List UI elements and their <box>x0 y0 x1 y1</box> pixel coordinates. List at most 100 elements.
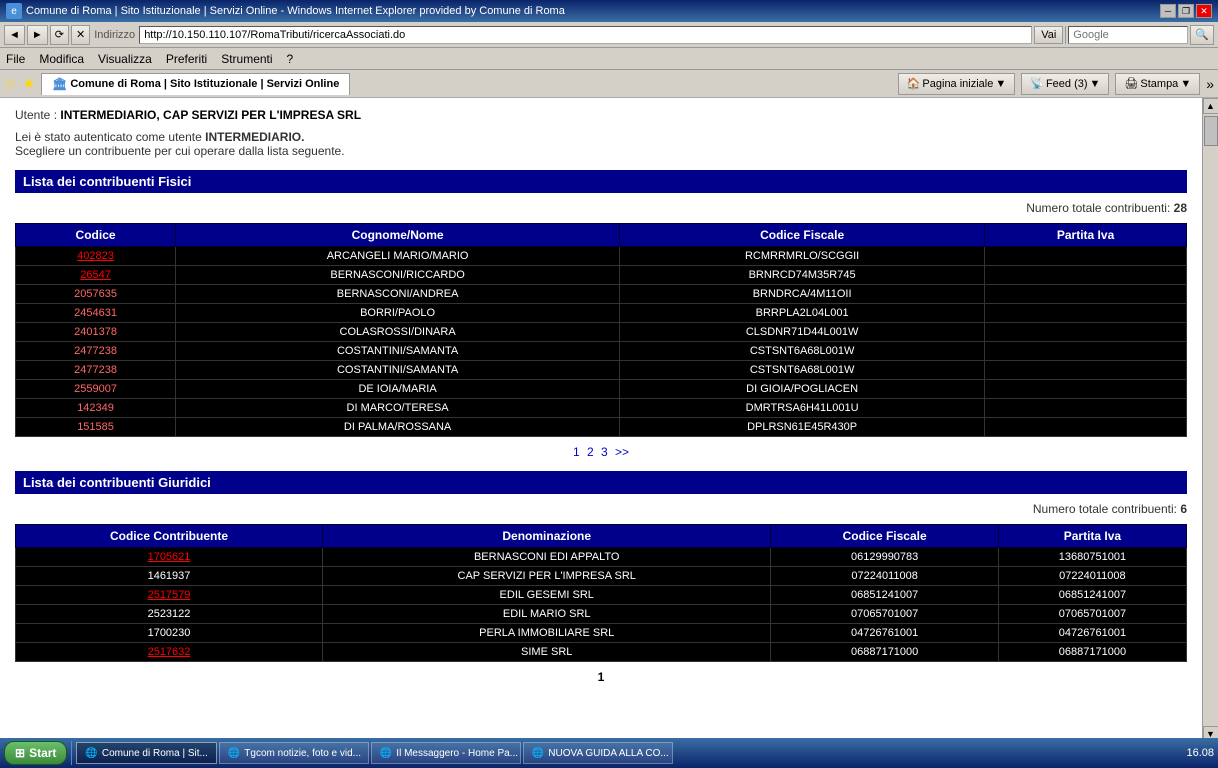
giuridici-row-piva: 06887171000 <box>998 643 1186 662</box>
menu-visualizza[interactable]: Visualizza <box>96 52 154 66</box>
fisici-row-piva <box>985 247 1187 266</box>
add-favorite-icon[interactable]: ☆ <box>4 75 17 92</box>
scroll-thumb[interactable] <box>1204 116 1218 146</box>
fisici-row-piva <box>985 380 1187 399</box>
fisici-table-row: 2454631 BORRI/PAOLO BRRPLA2L04L001 <box>16 304 1187 323</box>
fisici-row-codice[interactable]: 2477238 <box>16 361 176 380</box>
giuridici-row-codice[interactable]: 2517579 <box>16 586 323 605</box>
search-go-button[interactable]: 🔍 <box>1190 25 1214 45</box>
browser-tab-active[interactable]: 🏛 Comune di Roma | Sito Istituzionale | … <box>41 73 350 95</box>
taskbar-item-1[interactable]: 🌐 Tgcom notizie, foto e vid... <box>219 742 369 764</box>
menu-modifica[interactable]: Modifica <box>37 52 86 66</box>
more-tools-button[interactable]: » <box>1206 76 1214 92</box>
fisici-row-piva <box>985 304 1187 323</box>
page-next-link[interactable]: >> <box>615 445 629 459</box>
fisici-row-codice[interactable]: 2057635 <box>16 285 176 304</box>
address-bar: ◄ ► ⟳ ✕ Indirizzo Vai 🔍 <box>0 22 1218 48</box>
fisici-row-cf: DPLRSN61E45R430P <box>620 418 985 437</box>
fisici-row-cf: BRRPLA2L04L001 <box>620 304 985 323</box>
menu-strumenti[interactable]: Strumenti <box>219 52 274 66</box>
fisici-row-nome: DE IOIA/MARIA <box>176 380 620 399</box>
page-2-link[interactable]: 2 <box>587 445 594 459</box>
giuridici-row-codice[interactable]: 2517632 <box>16 643 323 662</box>
home-button[interactable]: 🏠 Pagina iniziale ▼ <box>898 73 1016 95</box>
refresh-button[interactable]: ⟳ <box>50 25 69 45</box>
close-button[interactable]: ✕ <box>1196 4 1212 18</box>
forward-button[interactable]: ► <box>27 25 48 45</box>
taskbar: ⊞ Start 🌐 Comune di Roma | Sit... 🌐 Tgco… <box>0 738 1218 768</box>
fisici-row-codice[interactable]: 2401378 <box>16 323 176 342</box>
col-cf: Codice Fiscale <box>620 224 985 247</box>
fisici-row-nome: COSTANTINI/SAMANTA <box>176 361 620 380</box>
fisici-table-row: 2401378 COLASROSSI/DINARA CLSDNR71D44L00… <box>16 323 1187 342</box>
fisici-table-row: 2477238 COSTANTINI/SAMANTA CSTSNT6A68L00… <box>16 361 1187 380</box>
fisici-row-codice[interactable]: 2454631 <box>16 304 176 323</box>
fisici-row-codice[interactable]: 26547 <box>16 266 176 285</box>
menu-file[interactable]: File <box>4 52 27 66</box>
stop-button[interactable]: ✕ <box>71 25 90 45</box>
menu-preferiti[interactable]: Preferiti <box>164 52 209 66</box>
home-dropdown-icon: ▼ <box>995 78 1006 90</box>
fisici-table-body: 402823 ARCANGELI MARIO/MARIO RCMRRMRLO/S… <box>16 247 1187 437</box>
fisici-row-codice[interactable]: 402823 <box>16 247 176 266</box>
restore-button[interactable]: ❐ <box>1178 4 1194 18</box>
feed-icon: 📡 <box>1030 77 1044 90</box>
giuridici-row-nome: SIME SRL <box>323 643 771 662</box>
fisici-row-piva <box>985 323 1187 342</box>
fisici-row-cf: DI GIOIA/POGLIACEN <box>620 380 985 399</box>
search-input[interactable] <box>1068 26 1188 44</box>
print-button[interactable]: 🖨 Stampa ▼ <box>1115 73 1200 95</box>
page-3-link[interactable]: 3 <box>601 445 608 459</box>
giuridici-row-codice[interactable]: 1705621 <box>16 548 323 567</box>
fisici-table-row: 2477238 COSTANTINI/SAMANTA CSTSNT6A68L00… <box>16 342 1187 361</box>
fisici-row-nome: DI MARCO/TERESA <box>176 399 620 418</box>
giuridici-total-value: 6 <box>1180 502 1187 516</box>
giuridici-row-nome: EDIL GESEMI SRL <box>323 586 771 605</box>
fisici-row-cf: CSTSNT6A68L001W <box>620 342 985 361</box>
taskbar-item-0[interactable]: 🌐 Comune di Roma | Sit... <box>76 742 216 764</box>
giuridici-row-piva: 06851241007 <box>998 586 1186 605</box>
scroll-up-arrow[interactable]: ▲ <box>1203 98 1218 114</box>
start-label: Start <box>29 746 56 760</box>
browser-icon: e <box>6 3 22 19</box>
fisici-row-cf: CLSDNR71D44L001W <box>620 323 985 342</box>
auth-line1: Lei è stato autenticato come utente INTE… <box>15 130 1187 144</box>
favorites-icon[interactable]: ★ <box>23 75 36 92</box>
giuridici-total-label: Numero totale contribuenti: <box>1033 502 1177 516</box>
giuridici-table-row: 1705621 BERNASCONI EDI APPALTO 061299907… <box>16 548 1187 567</box>
taskbar-item-3-label: NUOVA GUIDA ALLA CO... <box>548 748 668 759</box>
giuridici-row-piva: 07065701007 <box>998 605 1186 624</box>
taskbar-item-3[interactable]: 🌐 NUOVA GUIDA ALLA CO... <box>523 742 673 764</box>
minimize-button[interactable]: ─ <box>1160 4 1176 18</box>
giuridici-pagination: 1 <box>15 670 1187 684</box>
fisici-row-codice[interactable]: 151585 <box>16 418 176 437</box>
fisici-row-codice[interactable]: 2559007 <box>16 380 176 399</box>
back-button[interactable]: ◄ <box>4 25 25 45</box>
col-cf-giuridici: Codice Fiscale <box>771 525 998 548</box>
start-button[interactable]: ⊞ Start <box>4 741 67 765</box>
fisici-row-piva <box>985 285 1187 304</box>
giuridici-row-cf: 06129990783 <box>771 548 998 567</box>
page-1-link[interactable]: 1 <box>573 445 580 459</box>
giuridici-row-nome: CAP SERVIZI PER L'IMPRESA SRL <box>323 567 771 586</box>
col-codice: Codice <box>16 224 176 247</box>
auth-line2: Scegliere un contribuente per cui operar… <box>15 144 1187 158</box>
fisici-total-value: 28 <box>1174 201 1187 215</box>
fisici-row-cf: CSTSNT6A68L001W <box>620 361 985 380</box>
go-button[interactable]: Vai <box>1034 26 1063 44</box>
fisici-row-nome: COLASROSSI/DINARA <box>176 323 620 342</box>
address-input[interactable] <box>139 26 1032 44</box>
taskbar-item-2[interactable]: 🌐 Il Messaggero - Home Pa... <box>371 742 521 764</box>
col-cognome: Cognome/Nome <box>176 224 620 247</box>
feed-button[interactable]: 📡 Feed (3) ▼ <box>1021 73 1109 95</box>
fisici-row-piva <box>985 418 1187 437</box>
menu-help[interactable]: ? <box>285 52 296 66</box>
taskbar-item-3-icon: 🌐 <box>532 748 544 759</box>
giuridici-row-cf: 07224011008 <box>771 567 998 586</box>
fisici-row-codice[interactable]: 2477238 <box>16 342 176 361</box>
scrollbar[interactable]: ▲ ▼ <box>1202 98 1218 742</box>
giuridici-table-row: 2517579 EDIL GESEMI SRL 06851241007 0685… <box>16 586 1187 605</box>
fisici-row-codice[interactable]: 142349 <box>16 399 176 418</box>
print-dropdown-icon: ▼ <box>1180 78 1191 90</box>
fisici-row-nome: ARCANGELI MARIO/MARIO <box>176 247 620 266</box>
